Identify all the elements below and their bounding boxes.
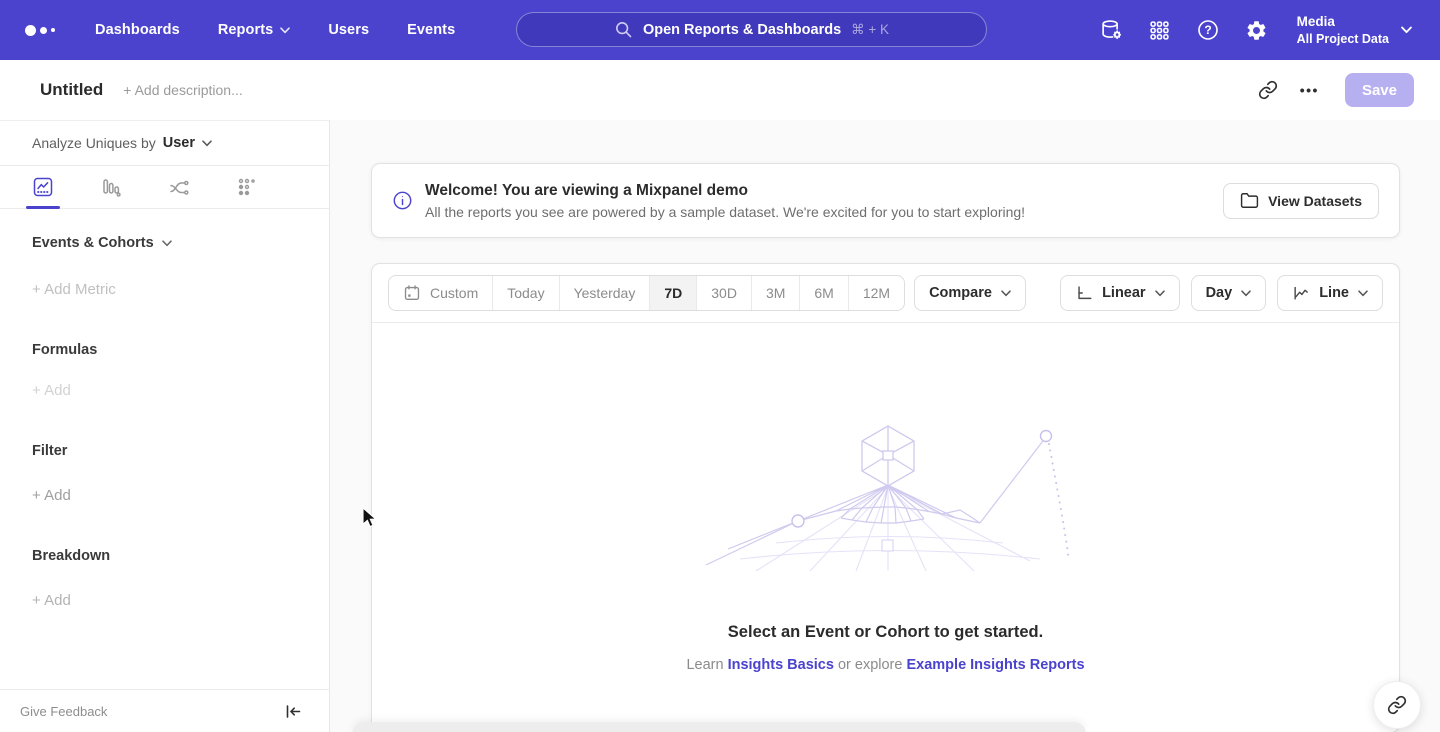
collapse-sidebar-icon[interactable] <box>285 704 301 719</box>
chart-toolbar: Custom Today Yesterday 7D 30D 3M 6M 12M … <box>372 264 1399 323</box>
chevron-down-icon <box>280 27 290 34</box>
scale-dropdown[interactable]: Linear <box>1060 275 1180 311</box>
report-description-placeholder[interactable]: + Add description... <box>123 82 242 98</box>
help-icon[interactable]: ? <box>1196 18 1220 42</box>
line-chart-icon <box>1292 284 1310 302</box>
primary-nav: Dashboards Reports Users Events <box>95 22 455 38</box>
chevron-down-icon <box>202 140 212 147</box>
date-range-yesterday[interactable]: Yesterday <box>559 276 650 310</box>
report-header: Untitled + Add description... ••• Save <box>0 60 1440 120</box>
data-management-icon[interactable] <box>1099 18 1123 42</box>
project-scope: All Project Data <box>1297 31 1389 47</box>
link-icon <box>1387 695 1407 715</box>
date-range-3m[interactable]: 3M <box>751 276 799 310</box>
global-search[interactable]: Open Reports & Dashboards ⌘ + K <box>516 12 987 47</box>
chevron-down-icon <box>162 240 172 247</box>
breakdown-section: Breakdown <box>32 548 297 564</box>
project-name: Media <box>1297 13 1389 31</box>
copy-link-icon[interactable] <box>1258 80 1278 100</box>
date-range-today[interactable]: Today <box>492 276 558 310</box>
nav-item-events[interactable]: Events <box>407 22 455 38</box>
interval-dropdown[interactable]: Day <box>1191 275 1267 311</box>
search-shortcut: ⌘ + K <box>851 22 889 38</box>
report-title[interactable]: Untitled <box>40 80 103 100</box>
more-options-icon[interactable]: ••• <box>1300 82 1319 98</box>
compare-button[interactable]: Compare <box>914 275 1026 311</box>
tab-insights[interactable] <box>32 166 54 209</box>
chevron-down-icon <box>1358 290 1368 297</box>
bottom-panel-peek[interactable] <box>352 722 1086 732</box>
date-range-custom[interactable]: Custom <box>389 276 492 310</box>
settings-gear-icon[interactable] <box>1245 19 1268 42</box>
analyze-entity-dropdown[interactable]: User <box>163 135 212 151</box>
report-actions: ••• Save <box>1258 73 1414 107</box>
sidebar-footer: Give Feedback <box>0 689 329 732</box>
chart-type-dropdown[interactable]: Line <box>1277 275 1383 311</box>
banner-title: Welcome! You are viewing a Mixpanel demo <box>425 182 1025 200</box>
main-content: Welcome! You are viewing a Mixpanel demo… <box>330 120 1440 732</box>
info-icon <box>392 190 413 211</box>
svg-text:?: ? <box>1204 23 1211 37</box>
query-builder-sidebar: Analyze Uniques by User <box>0 120 330 732</box>
calendar-icon <box>403 284 421 302</box>
give-feedback-link[interactable]: Give Feedback <box>20 704 107 719</box>
nav-item-users[interactable]: Users <box>328 22 369 38</box>
formulas-section: Formulas <box>32 342 297 358</box>
tab-funnels[interactable] <box>100 166 122 209</box>
save-button[interactable]: Save <box>1345 73 1414 107</box>
share-link-fab[interactable] <box>1373 681 1421 729</box>
flows-icon <box>168 176 190 198</box>
analyze-row: Analyze Uniques by User <box>0 121 329 166</box>
bar-chart-icon <box>100 176 122 198</box>
insights-basics-link[interactable]: Insights Basics <box>728 657 834 673</box>
welcome-banner: Welcome! You are viewing a Mixpanel demo… <box>371 163 1400 238</box>
chevron-down-icon <box>1155 290 1165 297</box>
tab-retention[interactable] <box>236 166 258 209</box>
tab-flows[interactable] <box>168 166 190 209</box>
add-metric-button[interactable]: + Add Metric <box>32 281 297 298</box>
chevron-down-icon <box>1241 290 1251 297</box>
nav-utilities: ? Media All Project Data <box>1099 0 1440 60</box>
analyze-label: Analyze Uniques by <box>32 135 156 151</box>
add-filter-button[interactable]: + Add <box>32 487 297 504</box>
mixpanel-logo-icon[interactable] <box>25 25 55 36</box>
insights-chart-icon <box>32 176 54 198</box>
chevron-down-icon <box>1001 290 1011 297</box>
date-range-30d[interactable]: 30D <box>696 276 751 310</box>
search-placeholder: Open Reports & Dashboards <box>643 22 841 38</box>
retention-dots-icon <box>236 176 258 198</box>
empty-state-links: Learn Insights Basics or explore Example… <box>686 657 1084 673</box>
banner-subtitle: All the reports you see are powered by a… <box>425 204 1025 220</box>
nav-item-dashboards[interactable]: Dashboards <box>95 22 180 38</box>
view-datasets-button[interactable]: View Datasets <box>1223 183 1379 219</box>
top-nav: Dashboards Reports Users Events Open Rep… <box>0 0 1440 60</box>
example-insights-reports-link[interactable]: Example Insights Reports <box>906 657 1084 673</box>
sidebar-sections: Events & Cohorts + Add Metric Formulas +… <box>0 235 329 609</box>
nav-item-reports[interactable]: Reports <box>218 22 291 38</box>
date-range-6m[interactable]: 6M <box>799 276 847 310</box>
empty-state-illustration <box>698 423 1074 573</box>
insights-chart-card: Custom Today Yesterday 7D 30D 3M 6M 12M … <box>371 263 1400 732</box>
search-icon <box>614 20 633 39</box>
empty-state-title: Select an Event or Cohort to get started… <box>728 623 1043 642</box>
add-breakdown-button[interactable]: + Add <box>32 592 297 609</box>
events-cohorts-section[interactable]: Events & Cohorts <box>32 235 297 251</box>
folder-icon <box>1240 192 1259 209</box>
report-type-tabs <box>0 166 329 209</box>
apps-grid-icon[interactable] <box>1148 19 1171 42</box>
chevron-down-icon <box>1401 26 1412 34</box>
project-switcher[interactable]: Media All Project Data <box>1297 13 1412 47</box>
date-range-12m[interactable]: 12M <box>848 276 904 310</box>
add-formula-button[interactable]: + Add <box>32 382 297 399</box>
date-range-picker: Custom Today Yesterday 7D 30D 3M 6M 12M <box>388 275 905 311</box>
date-range-7d[interactable]: 7D <box>649 276 696 310</box>
filter-section: Filter <box>32 443 297 459</box>
linear-axes-icon <box>1075 284 1093 302</box>
chart-empty-state: Select an Event or Cohort to get started… <box>372 323 1399 673</box>
